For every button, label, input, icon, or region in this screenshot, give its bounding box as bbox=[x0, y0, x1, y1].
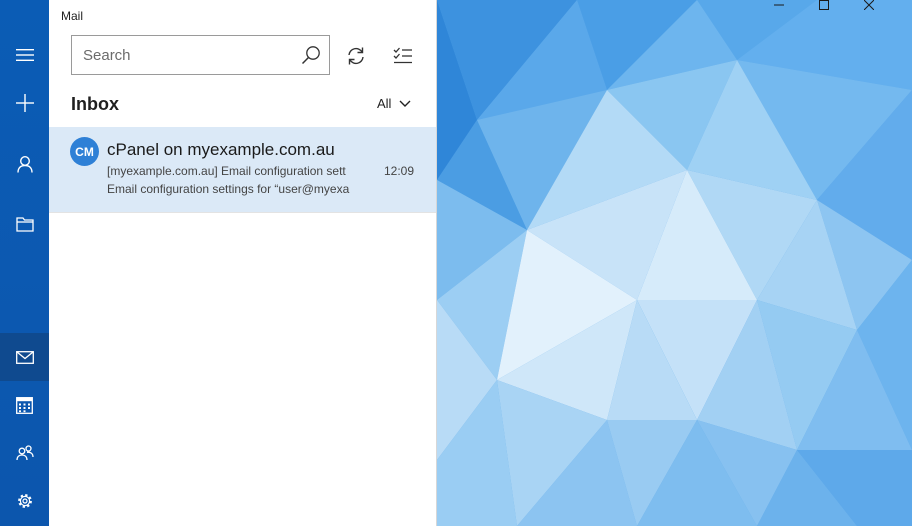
search-input[interactable] bbox=[72, 36, 292, 74]
folders-icon bbox=[15, 217, 34, 232]
maximize-icon bbox=[819, 0, 829, 10]
people-icon bbox=[15, 445, 34, 461]
close-button[interactable] bbox=[864, 0, 910, 32]
minimize-button[interactable] bbox=[774, 0, 820, 32]
folders-button[interactable] bbox=[0, 200, 49, 248]
message-subject: [myexample.com.au] Email configuration s… bbox=[107, 164, 346, 178]
calendar-button[interactable] bbox=[0, 381, 49, 429]
filter-label: All bbox=[377, 96, 392, 111]
app-title: Mail bbox=[61, 9, 84, 23]
calendar-icon bbox=[16, 396, 33, 414]
accounts-person-icon bbox=[16, 155, 33, 173]
mail-list-pane: Mail Inbox All CM cPanel o bbox=[49, 0, 437, 526]
search-icon[interactable] bbox=[301, 45, 321, 65]
folder-title: Inbox bbox=[71, 94, 119, 114]
close-icon bbox=[864, 0, 874, 10]
search-box[interactable] bbox=[71, 35, 330, 75]
message-list-item[interactable]: CM cPanel on myexample.com.au [myexample… bbox=[49, 127, 436, 213]
hamburger-menu-button[interactable] bbox=[0, 31, 49, 79]
message-preview: Email configuration settings for “user@m… bbox=[107, 182, 350, 196]
accounts-button[interactable] bbox=[0, 140, 49, 188]
sync-icon bbox=[348, 47, 364, 65]
mail-button[interactable] bbox=[0, 333, 49, 381]
hamburger-menu-icon bbox=[15, 49, 34, 61]
polygon-wallpaper bbox=[437, 0, 912, 526]
people-button[interactable] bbox=[0, 429, 49, 477]
sync-button[interactable] bbox=[341, 41, 371, 71]
navigation-rail bbox=[0, 0, 50, 526]
selection-mode-icon bbox=[393, 47, 412, 64]
avatar: CM bbox=[70, 137, 99, 166]
maximize-button[interactable] bbox=[819, 0, 865, 32]
message-time: 12:09 bbox=[384, 164, 415, 178]
mail-envelope-icon bbox=[15, 350, 34, 364]
chevron-down-icon bbox=[399, 100, 411, 107]
new-mail-plus-icon bbox=[15, 94, 34, 112]
filter-dropdown[interactable]: All bbox=[377, 96, 411, 111]
reading-pane-wallpaper bbox=[437, 0, 912, 526]
settings-gear-icon bbox=[17, 494, 32, 508]
message-sender: cPanel on myexample.com.au bbox=[107, 140, 335, 159]
minimize-icon bbox=[774, 4, 784, 6]
selection-mode-button[interactable] bbox=[388, 41, 418, 71]
settings-button[interactable] bbox=[0, 477, 49, 525]
new-mail-button[interactable] bbox=[0, 79, 49, 127]
